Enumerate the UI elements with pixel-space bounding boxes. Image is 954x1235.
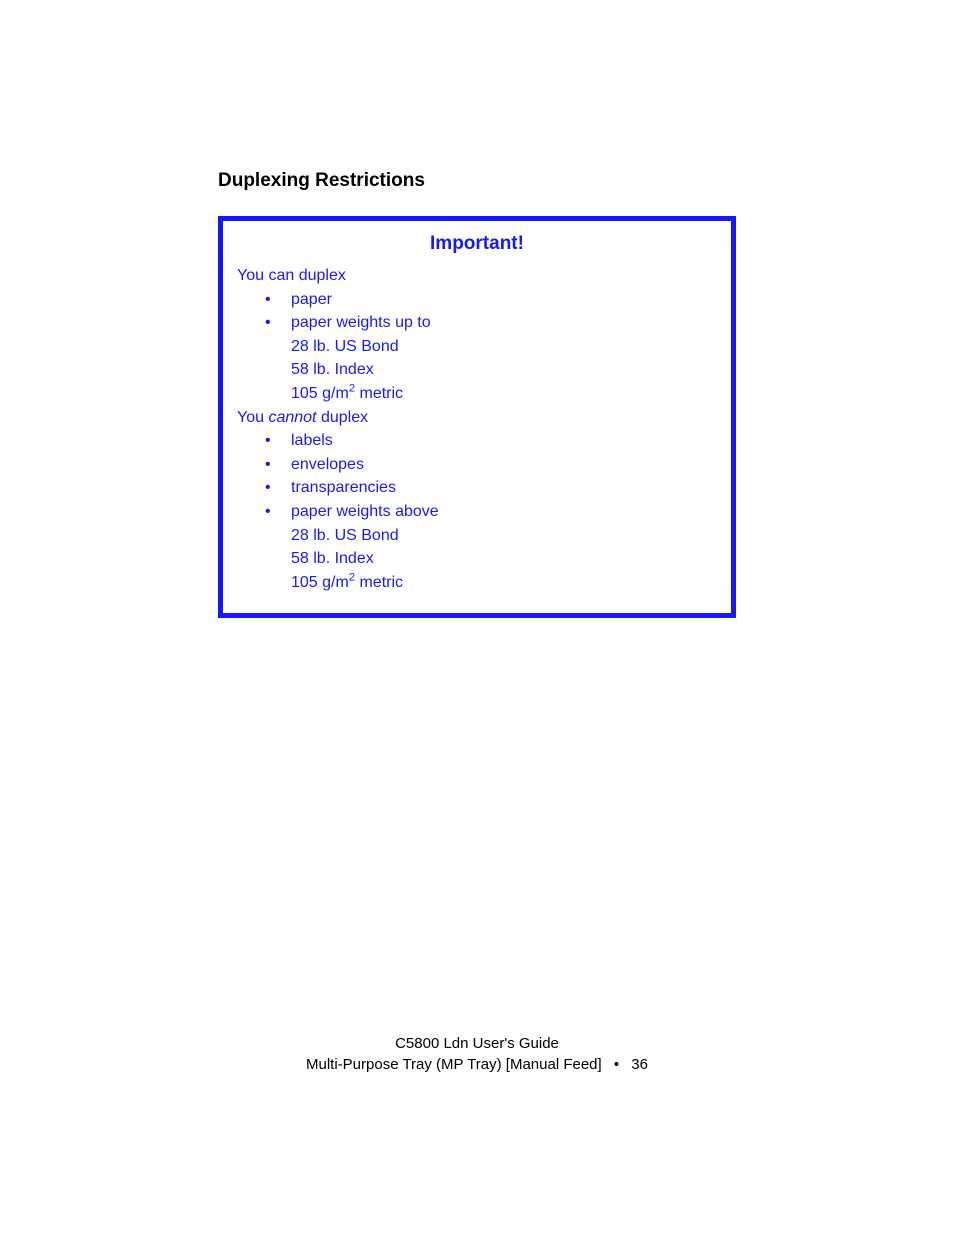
cannot-duplex-list: labels envelopes transparencies paper we… [237,430,717,522]
list-item: paper weights above [265,501,717,523]
footer-line1: C5800 Ldn User's Guide [0,1033,954,1054]
list-item: envelopes [265,454,717,476]
list-item-text: paper weights up to [291,314,431,331]
list-item-text: paper [291,291,332,308]
page-footer: C5800 Ldn User's Guide Multi-Purpose Tra… [0,1033,954,1075]
sub-item: 105 g/m2 metric [291,383,717,405]
sub-item: 105 g/m2 metric [291,572,717,594]
intro-suffix: duplex [317,409,369,426]
can-duplex-list: paper paper weights up to [237,289,717,334]
list-item: paper [265,289,717,311]
intro-italic: cannot [268,409,316,426]
important-box: Important! You can duplex paper paper we… [218,216,736,618]
box-title: Important! [237,233,717,255]
metric-value: 105 g/m2 metric [291,385,403,402]
list-item: labels [265,430,717,452]
footer-bullet: • [606,1056,627,1073]
list-item-text: paper weights above [291,503,439,520]
page-number: 36 [631,1056,648,1073]
footer-line2: Multi-Purpose Tray (MP Tray) [Manual Fee… [0,1054,954,1075]
sub-item: 28 lb. US Bond [291,525,717,547]
intro-prefix: You [237,409,268,426]
list-item: transparencies [265,477,717,499]
cannot-duplex-intro: You cannot duplex [237,407,717,429]
metric-value: 105 g/m2 metric [291,574,403,591]
cannot-sublist: 28 lb. US Bond 58 lb. Index 105 g/m2 met… [237,525,717,594]
page-content: Duplexing Restrictions Important! You ca… [0,0,954,618]
list-item-text: transparencies [291,479,396,496]
list-item-text: labels [291,432,333,449]
list-item-text: envelopes [291,456,364,473]
can-duplex-intro: You can duplex [237,265,717,287]
sub-item: 58 lb. Index [291,359,717,381]
list-item: paper weights up to [265,312,717,334]
sub-item: 28 lb. US Bond [291,336,717,358]
footer-section: Multi-Purpose Tray (MP Tray) [Manual Fee… [306,1056,602,1073]
section-heading: Duplexing Restrictions [218,170,736,192]
sub-item: 58 lb. Index [291,548,717,570]
can-sublist: 28 lb. US Bond 58 lb. Index 105 g/m2 met… [237,336,717,405]
box-body: You can duplex paper paper weights up to… [237,265,717,593]
